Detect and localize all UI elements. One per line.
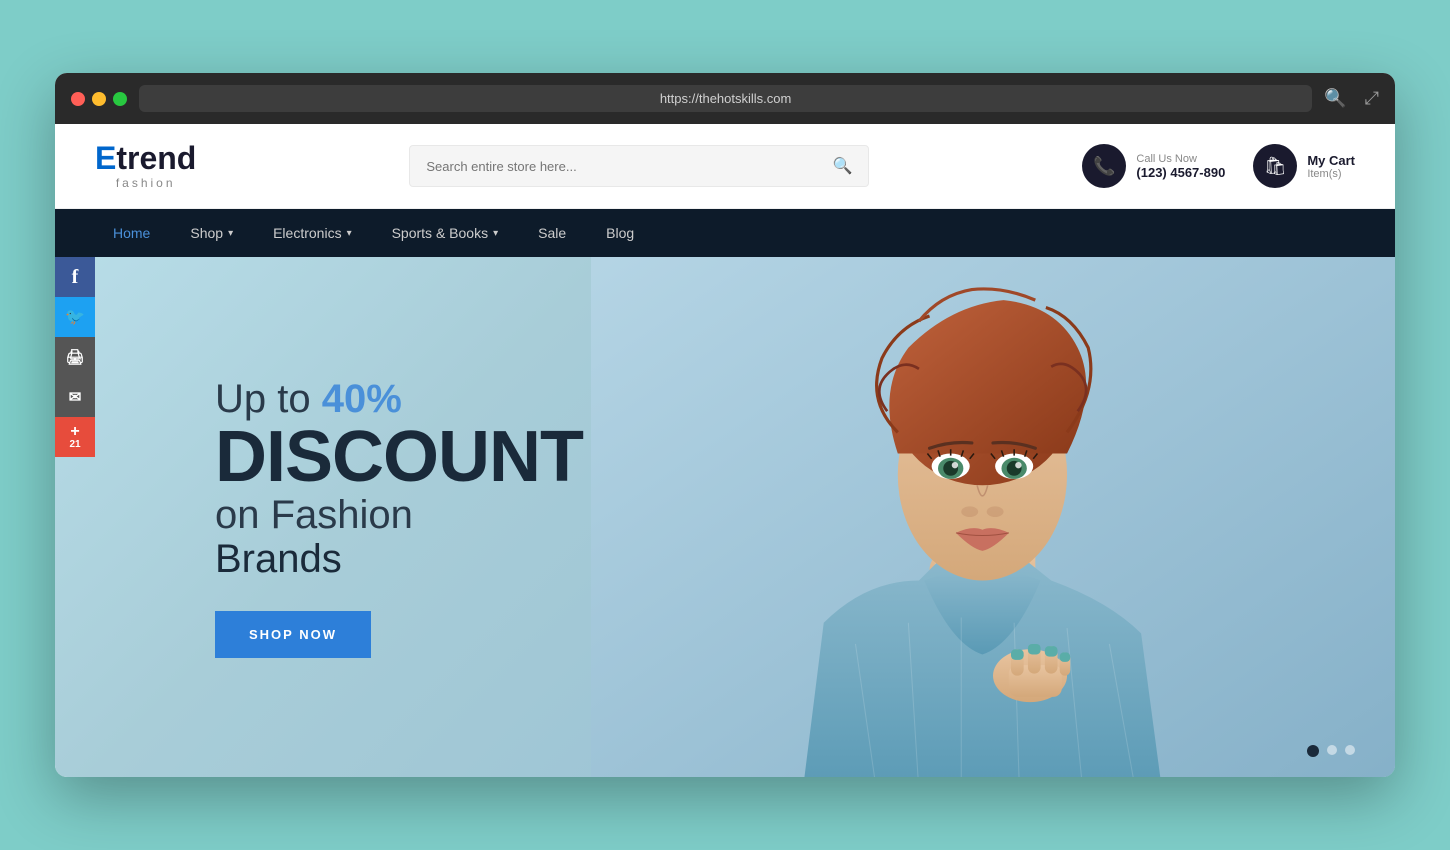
nav-electronics-label: Electronics	[273, 225, 341, 241]
contact-section: 📞 Call Us Now (123) 4567-890	[1082, 144, 1225, 188]
chevron-down-icon: ▾	[347, 228, 352, 239]
hero-discount: DISCOUNT	[215, 421, 583, 493]
nav-item-sale[interactable]: Sale	[520, 209, 584, 257]
cart-items: Item(s)	[1307, 168, 1355, 180]
shop-now-button[interactable]: SHOP NOW	[215, 611, 371, 658]
logo-text: Etrend	[95, 142, 196, 174]
slider-dot-1[interactable]	[1307, 745, 1319, 757]
nav-item-sports-books[interactable]: Sports & Books ▾	[374, 209, 517, 257]
dot-red[interactable]	[71, 92, 85, 106]
cart-icon-circle[interactable]: 🛍	[1253, 144, 1297, 188]
nav-item-blog[interactable]: Blog	[588, 209, 652, 257]
email-icon: ✉	[69, 388, 82, 406]
contact-number: (123) 4567-890	[1136, 165, 1225, 180]
email-button[interactable]: ✉	[55, 377, 95, 417]
model-svg	[591, 257, 1395, 777]
cart-section[interactable]: 🛍 My Cart Item(s)	[1253, 144, 1355, 188]
search-icon[interactable]: 🔍	[1324, 88, 1346, 109]
plus-count: 21	[69, 440, 80, 450]
phone-icon-circle: 📞	[1082, 144, 1126, 188]
facebook-icon: f	[72, 266, 79, 289]
cart-label: My Cart	[1307, 153, 1355, 168]
dot-yellow[interactable]	[92, 92, 106, 106]
nav-sale-label: Sale	[538, 225, 566, 241]
hero-on-fashion: on Fashion	[215, 493, 583, 537]
logo-sub: fashion	[95, 176, 196, 190]
main-nav: Home Shop ▾ Electronics ▾ Sports & Books…	[55, 209, 1395, 257]
hero-section: Up to 40% DISCOUNT on Fashion Brands SHO…	[55, 257, 1395, 777]
search-input[interactable]	[426, 159, 832, 174]
hero-up-to-text: Up to	[215, 377, 322, 421]
search-icon[interactable]: 🔍	[832, 156, 852, 176]
facebook-button[interactable]: f	[55, 257, 95, 297]
expand-icon[interactable]: ⤢	[1365, 88, 1379, 109]
header-right: 📞 Call Us Now (123) 4567-890 🛍 My Cart I…	[1082, 144, 1355, 188]
browser-dots	[71, 92, 127, 106]
hero-content: Up to 40% DISCOUNT on Fashion Brands SHO…	[55, 377, 583, 658]
hero-wrapper: f 🐦 🖨 ✉ + 21	[55, 257, 1395, 777]
print-icon: 🖨	[65, 348, 84, 366]
twitter-icon: 🐦	[65, 307, 85, 327]
contact-label: Call Us Now	[1136, 153, 1225, 165]
nav-sports-label: Sports & Books	[392, 225, 489, 241]
cart-icon: 🛍	[1264, 156, 1287, 177]
browser-chrome: https://thehotskills.com 🔍 ⤢	[55, 73, 1395, 124]
hero-model-image	[591, 257, 1395, 777]
print-button[interactable]: 🖨	[55, 337, 95, 377]
search-bar[interactable]: 🔍	[409, 145, 869, 187]
logo: Etrend fashion	[95, 142, 196, 190]
nav-home-label: Home	[113, 225, 150, 241]
hero-percent: 40%	[322, 377, 402, 421]
nav-item-shop[interactable]: Shop ▾	[172, 209, 251, 257]
twitter-button[interactable]: 🐦	[55, 297, 95, 337]
hero-brands: Brands	[215, 537, 583, 581]
chevron-down-icon: ▾	[493, 228, 498, 239]
url-text: https://thehotskills.com	[660, 91, 792, 106]
nav-blog-label: Blog	[606, 225, 634, 241]
chevron-down-icon: ▾	[228, 228, 233, 239]
slider-dot-2[interactable]	[1327, 745, 1337, 755]
slider-dot-3[interactable]	[1345, 745, 1355, 755]
phone-icon: 📞	[1093, 156, 1115, 177]
cart-info: My Cart Item(s)	[1307, 153, 1355, 180]
slider-dots	[1307, 745, 1355, 757]
contact-info: Call Us Now (123) 4567-890	[1136, 153, 1225, 180]
browser-window: https://thehotskills.com 🔍 ⤢ Etrend fash…	[55, 73, 1395, 777]
nav-shop-label: Shop	[190, 225, 223, 241]
logo-rest: trend	[116, 140, 196, 176]
dot-green[interactable]	[113, 92, 127, 106]
share-plus-button[interactable]: + 21	[55, 417, 95, 457]
nav-item-electronics[interactable]: Electronics ▾	[255, 209, 370, 257]
hero-line1: Up to 40%	[215, 377, 583, 421]
nav-item-home[interactable]: Home	[95, 209, 168, 257]
address-bar[interactable]: https://thehotskills.com	[139, 85, 1312, 112]
plus-icon: +	[70, 424, 79, 440]
site-header: Etrend fashion 🔍 📞 Call Us Now (123) 456…	[55, 124, 1395, 209]
logo-e: E	[95, 140, 116, 176]
